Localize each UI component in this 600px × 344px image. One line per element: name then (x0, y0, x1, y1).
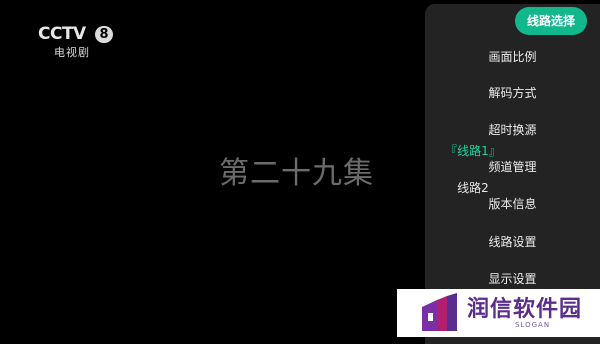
menu-item-route-settings[interactable]: 线路设置 (425, 229, 600, 255)
menu-item-decode-mode[interactable]: 解码方式 (425, 80, 600, 106)
channel-logo-text: CCTV (38, 24, 86, 44)
menu-item-route-select[interactable]: 线路选择 (515, 7, 587, 35)
channel-logo: CCTV 8 电视剧 (38, 24, 118, 60)
watermark-text: 润信软件园 (467, 297, 583, 322)
menu-item-timeout-switch[interactable]: 超时换源 (425, 117, 600, 143)
episode-title: 第二十九集 (219, 156, 374, 191)
watermark-logo-icon (422, 293, 457, 331)
watermark-banner: 润信软件园 SLOGAN (397, 289, 600, 337)
watermark-slogan: SLOGAN (515, 321, 551, 329)
menu-item-aspect-ratio[interactable]: 画面比例 (425, 44, 600, 70)
route-option-1[interactable]: 『线路1』 (438, 142, 508, 159)
channel-logo-number: 8 (95, 26, 113, 43)
route-option-2[interactable]: 线路2 (438, 179, 508, 196)
channel-logo-subtitle: 电视剧 (54, 46, 90, 59)
